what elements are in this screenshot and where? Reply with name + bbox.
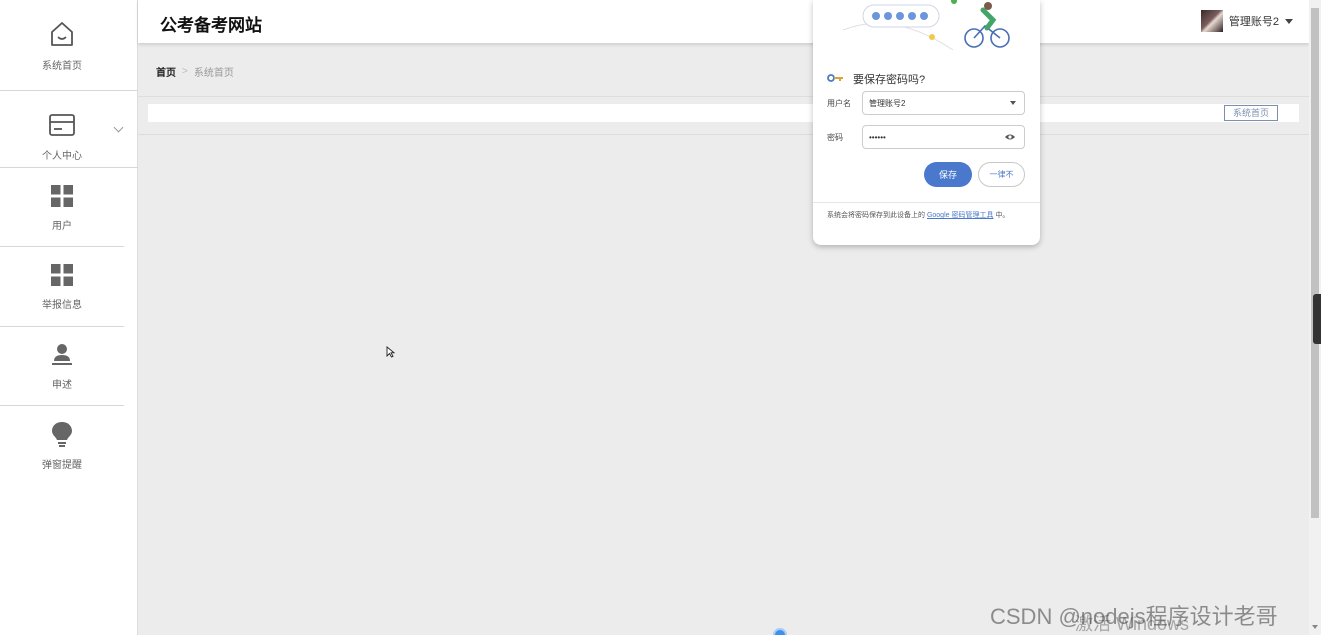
divider: [0, 167, 138, 168]
divider: [0, 326, 124, 327]
never-button[interactable]: 一律不: [978, 162, 1025, 187]
password-value: ••••••: [869, 132, 886, 142]
card-icon: [48, 112, 76, 143]
sidebar-item-users[interactable]: 用户: [0, 184, 124, 244]
bulb-icon: [50, 421, 74, 452]
popup-header: 要保存密码吗?: [827, 70, 925, 88]
sidebar-item-popup-alert[interactable]: 弹窗提醒: [0, 421, 124, 483]
password-manager-link[interactable]: Google 密码管理工具: [927, 212, 994, 219]
popup-title: 要保存密码吗?: [853, 74, 926, 86]
divider: [0, 246, 124, 247]
sidebar-item-label: 申述: [52, 380, 72, 391]
breadcrumb-separator: >: [182, 66, 188, 77]
breadcrumb: 首页 > 系统首页: [156, 64, 234, 79]
scroll-marker: [1313, 294, 1321, 344]
divider: [0, 90, 138, 91]
home-icon: [48, 20, 76, 53]
sidebar-item-home[interactable]: 系统首页: [0, 20, 124, 90]
sidebar-item-label: 举报信息: [42, 300, 82, 311]
sidebar-item-label: 弹窗提醒: [42, 460, 82, 471]
password-label: 密码: [827, 133, 843, 142]
divider: [813, 202, 1040, 203]
sidebar: 系统首页 个人中心 用户 举报信息 申述 弹窗提醒: [0, 0, 138, 635]
popup-note: 系统会将密码保存到此设备上的 Google 密码管理工具 中。: [827, 210, 1027, 222]
sidebar-item-appeals[interactable]: 申述: [0, 343, 124, 405]
note-text: 系统会将密码保存到此设备上的: [827, 212, 925, 219]
sidebar-item-label: 用户: [52, 221, 72, 232]
user-stamp-icon: [50, 343, 74, 372]
floating-dot[interactable]: [773, 628, 787, 635]
csdn-watermark: CSDN @nodejs程序设计老哥: [990, 604, 1278, 629]
note-suffix: 中。: [995, 212, 1010, 219]
sidebar-item-label: 个人中心: [42, 151, 82, 162]
tab-bar: 系统首页: [148, 104, 1299, 122]
sidebar-item-reports[interactable]: 举报信息: [0, 263, 124, 325]
eye-icon[interactable]: [1004, 126, 1016, 148]
user-name: 管理账号2: [1228, 16, 1279, 28]
mouse-cursor-icon: [386, 345, 396, 363]
caret-down-icon: [1285, 18, 1293, 24]
scrollbar-thumb[interactable]: [1311, 8, 1319, 518]
username-value: 管理账号2: [869, 98, 906, 108]
top-header: 公考备考网站 管理账号2: [138, 0, 1309, 43]
avatar: [1200, 10, 1223, 32]
grid-icon: [50, 184, 74, 213]
tab-home[interactable]: 系统首页: [1223, 105, 1278, 121]
key-icon: [827, 70, 845, 88]
divider: [0, 405, 124, 406]
divider: [138, 134, 1309, 135]
password-field[interactable]: ••••••: [862, 125, 1025, 149]
save-password-popup: 要保存密码吗? 用户名 管理账号2 密码 •••••• 保存 一律不 系统会将密…: [813, 0, 1040, 245]
sidebar-item-label: 系统首页: [42, 61, 82, 72]
username-label: 用户名: [827, 99, 851, 108]
site-title: 公考备考网站: [160, 16, 262, 35]
divider: [138, 96, 1309, 97]
breadcrumb-home[interactable]: 首页: [156, 64, 176, 79]
save-password-button[interactable]: 保存: [924, 162, 972, 187]
username-field[interactable]: 管理账号2: [862, 91, 1025, 115]
dropdown-icon[interactable]: [1010, 101, 1016, 105]
breadcrumb-current: 系统首页: [193, 68, 234, 79]
grid-icon: [50, 263, 74, 292]
scroll-down-arrow-icon[interactable]: [1312, 625, 1318, 629]
user-menu[interactable]: 管理账号2: [1200, 10, 1293, 32]
password-illustration: [813, 0, 1040, 60]
sidebar-item-personal[interactable]: 个人中心: [0, 112, 124, 168]
